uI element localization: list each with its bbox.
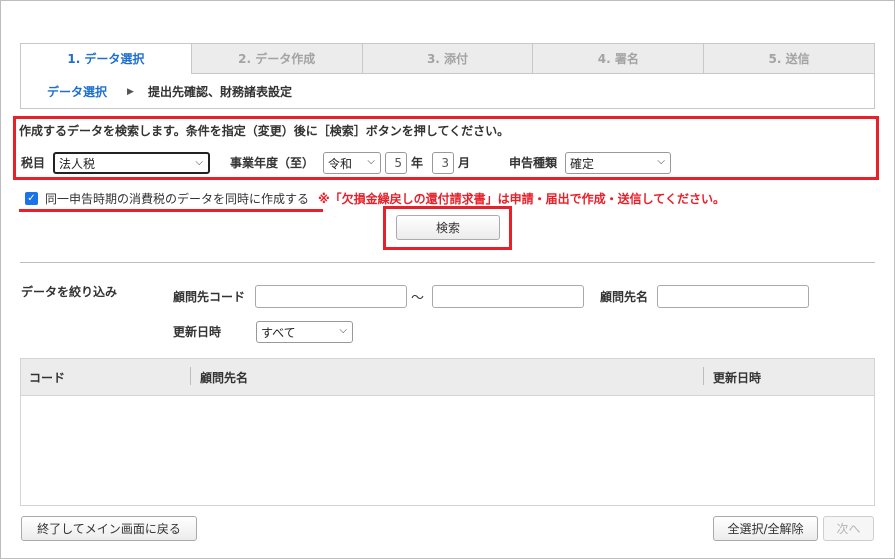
- tax-item-select[interactable]: 法人税 ⌵: [53, 152, 210, 174]
- column-header-code[interactable]: コード: [29, 369, 65, 386]
- client-data-table: コード 顧問先名 更新日時: [20, 358, 875, 506]
- client-code-to-input[interactable]: [432, 285, 584, 308]
- filing-type-select[interactable]: 確定 ⌵: [565, 152, 671, 174]
- arrow-right-icon: ▶: [127, 86, 134, 97]
- section-divider: [20, 262, 875, 263]
- substep-current: データ選択: [47, 85, 108, 99]
- column-separator[interactable]: [703, 367, 704, 385]
- year-unit: 年: [411, 156, 424, 170]
- tax-item-value: 法人税: [59, 156, 96, 171]
- tax-item-label: 税目: [21, 156, 46, 170]
- range-separator: ～: [411, 291, 425, 306]
- chevron-down-icon: ⌵: [657, 156, 665, 167]
- consumption-tax-checkbox-label[interactable]: 同一申告時期の消費税のデータを同時に作成する: [45, 190, 309, 207]
- step-sign: 4. 署名: [532, 44, 704, 73]
- step-data-create: 2. データ作成: [190, 44, 362, 73]
- substep-breadcrumb: データ選択 ▶ 提出先確認、財務諸表設定: [47, 83, 292, 100]
- updated-date-label: 更新日時: [173, 325, 222, 339]
- chevron-down-icon: ⌵: [367, 156, 375, 167]
- select-all-button[interactable]: 全選択/全解除: [713, 516, 818, 541]
- updated-date-select[interactable]: すべて ⌵: [256, 321, 353, 343]
- step-tabs: 1. データ選択 2. データ作成 3. 添付 4. 署名 5. 送信: [21, 44, 874, 74]
- step-wizard: 1. データ選択 2. データ作成 3. 添付 4. 署名 5. 送信 データ選…: [20, 43, 875, 109]
- era-select[interactable]: 令和 ⌵: [323, 152, 381, 174]
- client-code-label: 顧問先コード: [173, 290, 246, 304]
- client-name-input[interactable]: [657, 285, 809, 308]
- filing-type-label: 申告種類: [509, 156, 558, 170]
- step-send: 5. 送信: [703, 44, 874, 73]
- column-header-client-name[interactable]: 顧問先名: [200, 369, 248, 386]
- search-button[interactable]: 検索: [396, 215, 500, 240]
- consumption-tax-checkbox[interactable]: ✓: [25, 192, 38, 205]
- filter-title: データを絞り込み: [21, 285, 118, 299]
- exit-to-main-button[interactable]: 終了してメイン画面に戻る: [21, 516, 197, 541]
- data-selection-dialog: 1. データ選択 2. データ作成 3. 添付 4. 署名 5. 送信 データ選…: [0, 0, 895, 559]
- month-unit: 月: [458, 156, 471, 170]
- column-separator[interactable]: [190, 367, 191, 385]
- filing-type-value: 確定: [570, 156, 595, 171]
- column-header-updated[interactable]: 更新日時: [713, 369, 761, 386]
- next-button[interactable]: 次へ: [823, 516, 874, 541]
- client-code-from-input[interactable]: [255, 285, 407, 308]
- search-instruction: 作成するデータを検索します。条件を指定（変更）後に［検索］ボタンを押してください…: [19, 124, 510, 138]
- step-data-select: 1. データ選択: [21, 44, 191, 74]
- fiscal-year-label: 事業年度（至）: [230, 156, 315, 170]
- table-header: コード 顧問先名 更新日時: [21, 359, 874, 396]
- year-input[interactable]: 5: [385, 152, 407, 174]
- client-name-label: 顧問先名: [600, 290, 649, 304]
- refund-warning-text: ※「欠損金繰戻しの還付請求書」は申請・届出で作成・送信してください。: [318, 192, 725, 206]
- updated-date-value: すべて: [261, 325, 296, 340]
- checkbox-highlight-underline: [19, 209, 323, 212]
- substep-next: 提出先確認、財務諸表設定: [147, 85, 292, 99]
- chevron-down-icon: ⌵: [339, 325, 347, 336]
- step-attach: 3. 添付: [361, 44, 533, 73]
- chevron-down-icon: ⌵: [195, 157, 203, 168]
- month-input[interactable]: 3: [432, 152, 454, 174]
- era-value: 令和: [328, 156, 353, 171]
